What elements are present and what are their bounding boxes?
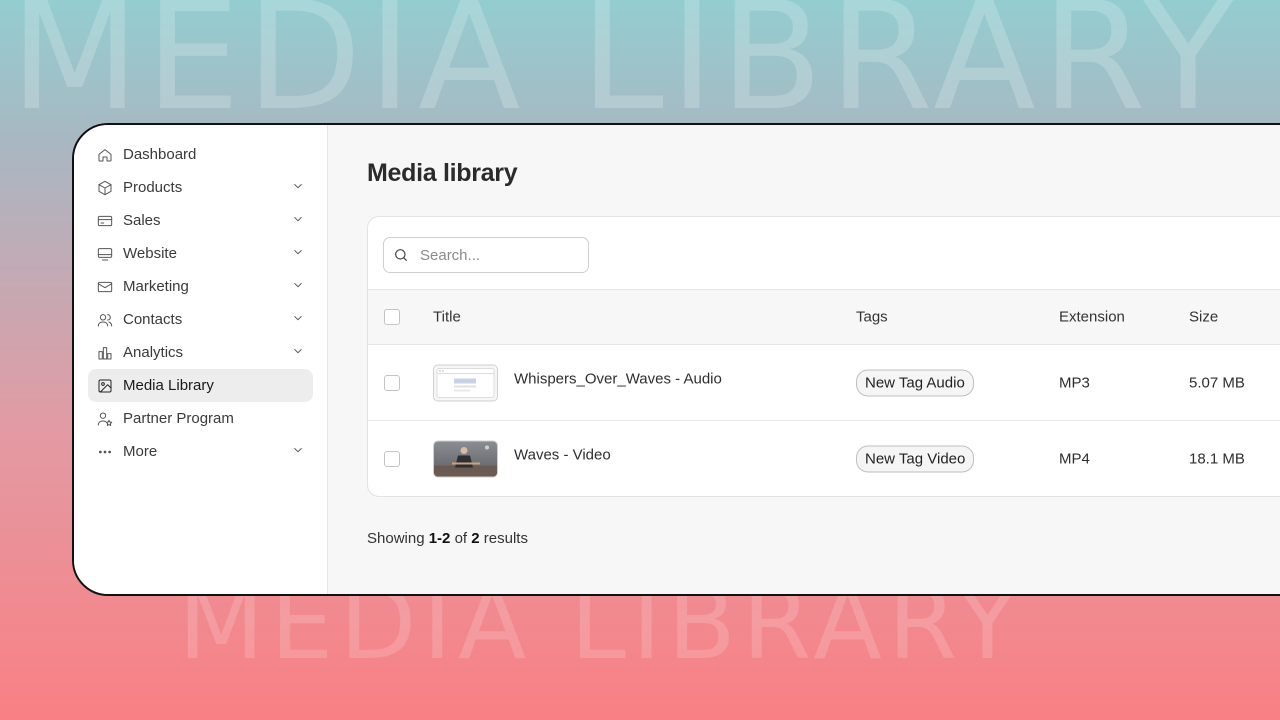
chevron-down-icon[interactable] xyxy=(291,278,305,296)
table-header: Title Tags Extension Size xyxy=(368,290,1280,345)
page-title: Media library xyxy=(367,159,518,187)
user-star-icon xyxy=(96,410,113,427)
credit-card-icon xyxy=(96,212,113,229)
tag-cell: New Tag Video xyxy=(856,445,975,472)
results-total: 2 xyxy=(471,530,480,547)
app-window: Dashboard Products Sales Website Marketi… xyxy=(72,123,1280,596)
results-of: of xyxy=(454,530,468,547)
results-range: 1-2 xyxy=(428,530,451,547)
sidebar-item-products[interactable]: Products xyxy=(88,171,313,204)
users-icon xyxy=(96,311,113,328)
tag-badge[interactable]: New Tag Audio xyxy=(856,369,974,396)
column-header-title[interactable]: Title xyxy=(433,309,461,326)
sidebar-item-label: Products xyxy=(123,179,183,196)
search-icon xyxy=(395,249,407,261)
results-suffix: results xyxy=(483,530,528,547)
sidebar-item-label: Marketing xyxy=(123,278,189,295)
chevron-down-icon[interactable] xyxy=(291,344,305,362)
sidebar-item-analytics[interactable]: Analytics xyxy=(88,336,313,369)
more-dots-icon xyxy=(96,443,113,460)
row-checkbox[interactable] xyxy=(384,374,400,391)
search-input[interactable] xyxy=(418,245,582,265)
tag-cell: New Tag Audio xyxy=(856,369,974,396)
media-table-card: Title Tags Extension Size xyxy=(367,216,1280,497)
results-summary: Showing 1-2 of 2 results xyxy=(367,530,528,547)
box-icon xyxy=(96,179,113,196)
results-prefix: Showing xyxy=(367,530,425,547)
sidebar-item-contacts[interactable]: Contacts xyxy=(88,303,313,336)
sidebar-item-label: Partner Program xyxy=(123,410,234,427)
size-cell: 18.1 MB xyxy=(1189,450,1245,467)
select-all-checkbox[interactable] xyxy=(384,309,400,325)
row-checkbox[interactable] xyxy=(384,450,400,467)
extension-cell: MP3 xyxy=(1059,374,1090,391)
monitor-icon xyxy=(96,245,113,262)
sidebar-item-label: More xyxy=(123,443,158,460)
home-icon xyxy=(96,146,113,163)
sidebar-item-label: Media Library xyxy=(123,377,214,394)
chevron-down-icon[interactable] xyxy=(291,179,305,197)
extension-cell: MP4 xyxy=(1059,450,1090,467)
column-header-extension[interactable]: Extension xyxy=(1059,309,1125,326)
sidebar-item-website[interactable]: Website xyxy=(88,237,313,270)
media-title[interactable]: Whispers_Over_Waves - Audio xyxy=(514,370,722,387)
column-header-tags[interactable]: Tags xyxy=(856,309,888,326)
chevron-down-icon[interactable] xyxy=(291,212,305,230)
sidebar-item-sales[interactable]: Sales xyxy=(88,204,313,237)
sidebar-item-label: Analytics xyxy=(123,344,184,361)
sidebar-item-partner-program[interactable]: Partner Program xyxy=(88,402,313,435)
sidebar-item-dashboard[interactable]: Dashboard xyxy=(88,138,313,171)
image-icon xyxy=(96,377,113,394)
background-watermark-top: MEDIA LIBRARY xyxy=(10,0,1240,132)
table-row[interactable]: Waves - Video New Tag Video MP4 18.1 MB xyxy=(368,421,1280,496)
sidebar-item-marketing[interactable]: Marketing xyxy=(88,270,313,303)
chevron-down-icon[interactable] xyxy=(291,245,305,263)
chevron-down-icon[interactable] xyxy=(291,443,305,461)
sidebar-item-label: Contacts xyxy=(123,311,183,328)
media-title[interactable]: Waves - Video xyxy=(514,446,611,463)
chevron-down-icon[interactable] xyxy=(291,311,305,329)
video-thumbnail[interactable] xyxy=(433,440,498,477)
sidebar-item-label: Website xyxy=(123,245,177,262)
search-bar-row xyxy=(368,217,1280,290)
sidebar: Dashboard Products Sales Website Marketi… xyxy=(74,125,328,594)
sidebar-item-more[interactable]: More xyxy=(88,435,313,468)
mail-icon xyxy=(96,278,113,295)
tag-badge[interactable]: New Tag Video xyxy=(856,445,975,472)
sidebar-item-label: Sales xyxy=(123,212,161,229)
table-row[interactable]: Whispers_Over_Waves - Audio New Tag Audi… xyxy=(368,345,1280,421)
bar-chart-icon xyxy=(96,344,113,361)
search-box[interactable] xyxy=(383,237,589,273)
column-header-size[interactable]: Size xyxy=(1189,309,1218,326)
sidebar-item-label: Dashboard xyxy=(123,146,197,163)
main-content: Media library Title Tags Extension Size xyxy=(328,125,1280,594)
sidebar-item-media-library[interactable]: Media Library xyxy=(88,369,313,402)
audio-thumbnail[interactable] xyxy=(433,364,498,401)
size-cell: 5.07 MB xyxy=(1189,374,1245,391)
